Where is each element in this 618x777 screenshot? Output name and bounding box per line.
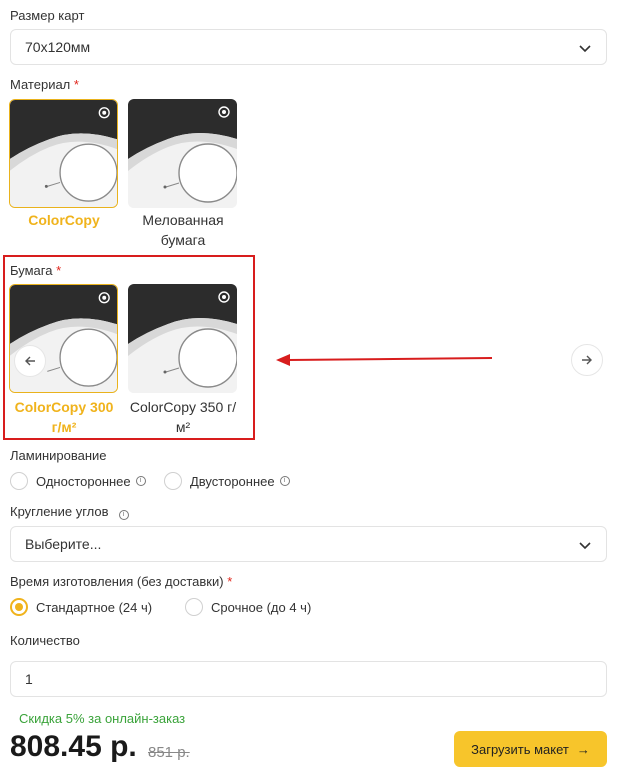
upload-layout-button[interactable]: Загрузить макет → [454, 731, 607, 767]
paper-option-350[interactable] [128, 284, 237, 393]
size-label: Размер карт [10, 8, 85, 23]
paper-sample-image [128, 99, 237, 208]
size-select[interactable]: 70x120мм [10, 29, 607, 65]
radio-button[interactable] [10, 472, 28, 490]
info-icon[interactable]: i [135, 476, 146, 486]
chevron-down-icon [579, 45, 591, 53]
corners-select[interactable]: Выберите... [10, 526, 607, 562]
info-icon[interactable]: i [118, 510, 129, 520]
paper-label: Бумага * [10, 263, 62, 278]
quantity-label: Количество [10, 633, 80, 648]
material-label: Материал * [10, 77, 79, 92]
price: 808.45 р. [10, 730, 137, 763]
radio-label: Срочное (до 4 ч) [211, 599, 312, 615]
radio-label: Двустороннее [190, 473, 275, 489]
discount-text: Скидка 5% за онлайн-заказ [19, 711, 186, 726]
carousel-next-button[interactable] [571, 344, 603, 376]
radio-button[interactable] [185, 598, 203, 616]
production-option-standard[interactable]: Стандартное (24 ч) [10, 598, 152, 616]
material-option-colorcopy[interactable] [9, 99, 118, 208]
paper-option-title: ColorCopy 300 г/м² [14, 399, 114, 435]
material-option-title: Мелованная бумага [142, 212, 224, 248]
carousel-prev-button[interactable] [14, 345, 46, 377]
paper-sample-image [10, 100, 117, 207]
paper-sample-image [128, 284, 237, 393]
production-time-label: Время изготовления (без доставки) * [10, 574, 233, 589]
annotation-arrow [276, 354, 493, 366]
paper-option-title: ColorCopy 350 г/м² [129, 399, 237, 435]
radio-button[interactable] [164, 472, 182, 490]
quantity-input[interactable]: 1 [10, 661, 607, 697]
arrow-left-icon [25, 356, 35, 366]
material-option-title: ColorCopy [28, 212, 100, 228]
corners-placeholder: Выберите... [25, 536, 102, 552]
lamination-option-two-sided[interactable]: Двустороннее i [164, 472, 290, 490]
corners-label: Кругление углов i [10, 504, 129, 520]
material-option-coated[interactable] [128, 99, 237, 208]
info-icon[interactable]: i [279, 476, 290, 486]
arrow-right-icon: → [576, 741, 590, 757]
radio-button[interactable] [10, 598, 28, 616]
radio-label: Стандартное (24 ч) [36, 599, 153, 615]
lamination-label: Ламинирование [10, 448, 107, 463]
lamination-option-one-sided[interactable]: Одностороннее i [10, 472, 146, 490]
arrow-right-icon [582, 355, 592, 365]
upload-button-label: Загрузить макет [471, 741, 569, 757]
old-price: 851 р. [148, 744, 190, 761]
chevron-down-icon [579, 542, 591, 550]
radio-label: Одностороннее [36, 473, 131, 489]
size-value: 70x120мм [25, 39, 91, 55]
quantity-value: 1 [25, 671, 33, 687]
paper-option-300[interactable] [9, 284, 118, 393]
production-option-urgent[interactable]: Срочное (до 4 ч) [185, 598, 311, 616]
